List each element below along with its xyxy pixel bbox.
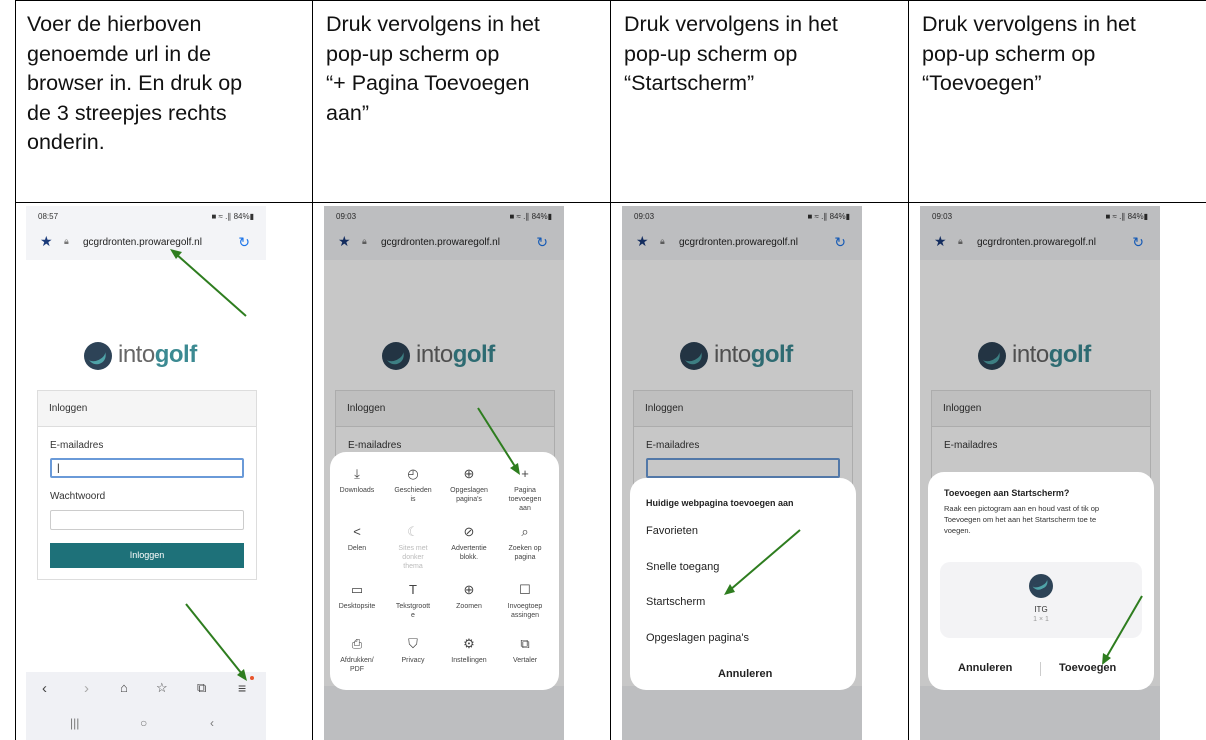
arrow-to-url-icon [170,249,247,681]
phone-screenshot-3: 09:03 ■ ≈ .∥ 84%▮ ★ 🔒︎ gcgrdronten.prowa… [622,206,862,740]
arrow-to-add-button-icon [1102,595,1143,665]
table-left-border [15,0,16,740]
arrow-to-home-screen-icon [724,529,801,595]
arrow-to-add-page-icon [477,407,520,475]
instruction-step-4: Druk vervolgens in het pop-up scherm op … [922,12,1136,95]
phone-screenshot-2: 09:03 ■ ≈ .∥ 84%▮ ★ 🔒︎ gcgrdronten.prowa… [324,206,564,740]
table-col-divider-2 [610,0,611,740]
instruction-step-2: Druk vervolgens in het pop-up scherm op … [326,12,540,125]
instruction-step-1: Voer de hierboven genoemde url in de bro… [27,12,243,154]
table-col-divider-3 [908,0,909,740]
phone-screenshot-4: 09:03 ■ ≈ .∥ 84%▮ ★ 🔒︎ gcgrdronten.prowa… [920,206,1160,740]
phone-screenshot-1: 08:57 ■ ≈ .∥ 84%▮ ★ 🔒︎ gcgrdronten.prowa… [26,206,266,740]
instruction-step-3: Druk vervolgens in het pop-up scherm op … [624,12,838,95]
table-col-divider-1 [312,0,313,740]
